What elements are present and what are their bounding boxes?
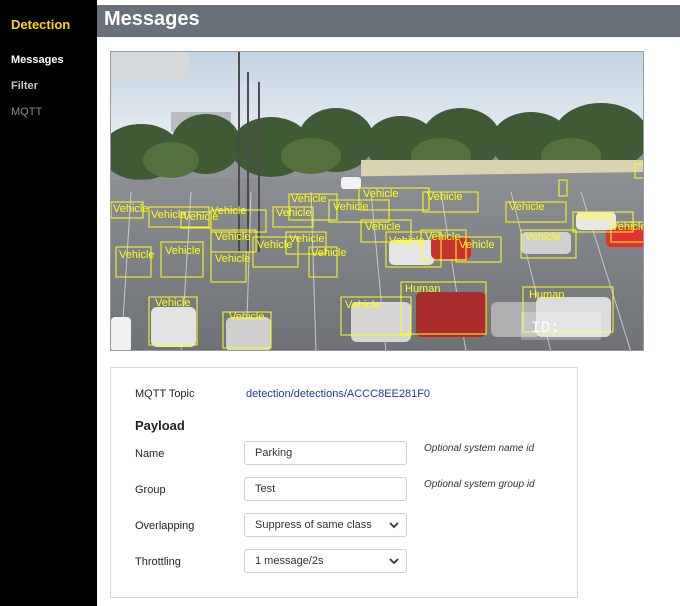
detection-label: Vehicle [345,299,380,311]
page-header: Messages [97,5,680,37]
throttling-select[interactable]: 1 message/2s [244,549,407,573]
sidebar: Detection Messages Filter MQTT [0,0,97,606]
detection-label: Vehicle [119,249,154,261]
detection-label: Vehicle [365,221,400,233]
throttling-label: Throttling [135,556,181,568]
detection-label: Vehicle [577,211,612,223]
detection-label: Vehicle [289,233,324,245]
detection-label: Vehicle [363,188,398,200]
overlapping-selected-value: Suppress of same class [255,519,372,531]
mqtt-topic-label: MQTT Topic [135,388,195,400]
detection-label: Vehicle [425,231,460,243]
page-title: Messages [104,8,200,30]
sidebar-item-mqtt[interactable]: MQTT [11,106,42,118]
detection-label: Vehicle [211,205,246,217]
detection-label: Vehicle [311,247,346,259]
detection-label: Vehicle [151,209,186,221]
detection-label: Vehicle [215,253,250,265]
detection-label: Vehicle [389,235,424,247]
overlapping-select[interactable]: Suppress of same class [244,513,407,537]
chevron-down-icon [388,519,400,534]
payload-title: Payload [135,418,185,433]
camera-id-overlay: ID: [531,319,560,337]
detection-label: Vehicle [427,191,462,203]
detection-label: Vehicle [611,221,644,233]
detection-label: Vehicle [215,231,250,243]
name-input[interactable] [244,441,407,465]
detection-label: Vehicle [459,239,494,251]
group-label: Group [135,484,166,496]
name-hint: Optional system name id [424,443,535,454]
camera-scene: Vehicle VehicleVehicleVehicle VehicleVehic… [111,52,644,350]
mqtt-message-panel: MQTT Topic detection/detections/ACCC8EE2… [110,367,578,598]
group-input[interactable] [244,477,407,501]
name-label: Name [135,448,165,460]
detection-label: Human [529,289,564,301]
detection-label: Vehicle [525,231,560,243]
sidebar-item-filter[interactable]: Filter [11,80,38,92]
detection-label: Vehicle [509,201,544,213]
chevron-down-icon [388,555,400,570]
detection-label: Vehicle [113,203,148,215]
detection-label: Human [405,283,440,295]
detection-label: Vehicle [257,239,292,251]
detection-label: Vehicle [291,193,326,205]
detection-label: Vehicle [229,311,264,323]
overlapping-label: Overlapping [135,520,195,532]
detection-label: Vehicle [155,297,190,309]
group-hint: Optional system group id [424,479,535,490]
app-brand: Detection [11,17,71,32]
detection-label: Vehicle [333,201,368,213]
throttling-selected-value: 1 message/2s [255,555,324,567]
camera-view: Vehicle Vehicle Vehicle Vehicle Vehicle Vehic… [110,51,644,351]
detection-label: Vehicle [276,207,311,219]
sidebar-item-messages[interactable]: Messages [11,54,64,66]
detection-label: Vehicle [165,245,200,257]
mqtt-topic-value[interactable]: detection/detections/ACCC8EE281F0 [246,388,430,400]
